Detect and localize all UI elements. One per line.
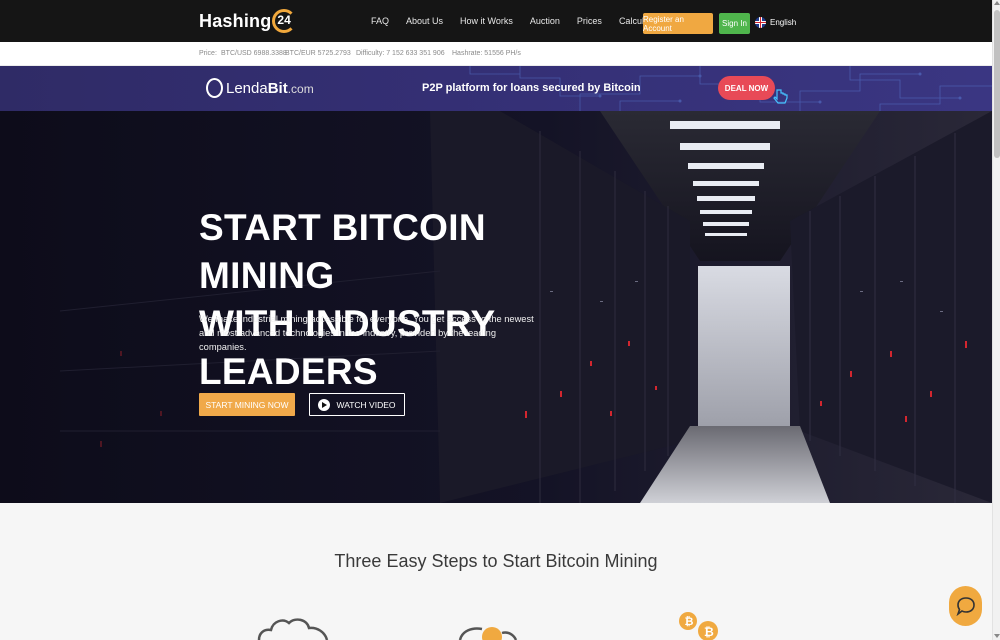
svg-text:₿: ₿ (685, 616, 694, 628)
watch-video-label: WATCH VIDEO (336, 399, 396, 410)
page-scrollbar[interactable] (992, 0, 1000, 640)
hashing24-logo[interactable]: Hashing 24 (199, 8, 297, 34)
logo-number: 24 (277, 13, 291, 27)
pointer-hand-icon (773, 89, 788, 104)
steps-title: Three Easy Steps to Start Bitcoin Mining (334, 551, 658, 571)
nav-auction[interactable]: Auction (530, 16, 560, 26)
scrollbar-thumb[interactable] (994, 10, 1000, 158)
bitcoin-coin-icon (458, 627, 518, 640)
ticker-hashrate: Hashrate: 51556 PH/s (452, 50, 521, 57)
hero-title: START BITCOIN MINING WITH INDUSTRY LEADE… (199, 204, 629, 396)
nav-faq[interactable]: FAQ (371, 16, 389, 26)
logo-24-badge-icon: 24 (272, 9, 297, 33)
sign-in-button[interactable]: Sign In (719, 13, 750, 34)
ticker-btc-usd: BTC/USD 6988.3388 (221, 50, 287, 57)
steps-section: Three Easy Steps to Start Bitcoin Mining… (0, 503, 992, 640)
lendabit-ad-banner[interactable]: LendaBit.com P2P platform for loans secu… (0, 66, 992, 111)
nav-about-us[interactable]: About Us (406, 16, 443, 26)
language-selector[interactable]: English (755, 17, 796, 28)
scroll-up-arrow-icon[interactable] (994, 1, 1000, 5)
register-button[interactable]: Register an Account (643, 13, 713, 34)
price-ticker: Price: BTC/USD 6988.3388 BTC/EUR 5725.27… (0, 42, 992, 66)
chat-widget-button[interactable] (949, 586, 982, 626)
ticker-btc-eur: BTC/EUR 5725.2793 (285, 50, 351, 57)
lendabit-ring-icon (206, 78, 223, 98)
ticker-difficulty: Difficulty: 7 152 633 351 906 (356, 50, 445, 57)
play-icon (318, 398, 331, 411)
nav-how-it-works[interactable]: How it Works (460, 16, 513, 26)
hero-description: We make industrial mining accessible for… (199, 314, 534, 352)
ticker-price-label: Price: (199, 50, 217, 57)
uk-flag-icon (755, 17, 766, 28)
watch-video-button[interactable]: WATCH VIDEO (309, 393, 405, 416)
logo-text: Hashing (199, 10, 272, 31)
bitcoin-coins-icon: ₿ ₿ (679, 612, 718, 640)
hero-section: START BITCOIN MINING WITH INDUSTRY LEADE… (0, 111, 992, 503)
deal-now-button[interactable]: DEAL NOW (718, 76, 775, 100)
svg-text:₿: ₿ (704, 625, 714, 639)
hero-title-line1: START BITCOIN MINING (199, 207, 486, 296)
lendabit-brand-bold: Bit (267, 79, 288, 97)
scroll-down-arrow-icon[interactable] (994, 634, 1000, 638)
cloud-icon (257, 618, 329, 640)
lendabit-domain: .com (287, 81, 314, 96)
banner-tagline: P2P platform for loans secured by Bitcoi… (422, 82, 641, 94)
start-mining-button[interactable]: START MINING NOW (199, 393, 295, 416)
lendabit-brand: Lenda (226, 79, 268, 97)
chat-bubble-icon (955, 597, 975, 616)
main-nav: FAQ About Us How it Works Auction Prices… (371, 0, 676, 42)
nav-prices[interactable]: Prices (577, 16, 602, 26)
language-label: English (770, 18, 797, 27)
lendabit-logo: LendaBit.com (206, 78, 314, 98)
top-navbar: Hashing 24 FAQ About Us How it Works Auc… (0, 0, 992, 42)
